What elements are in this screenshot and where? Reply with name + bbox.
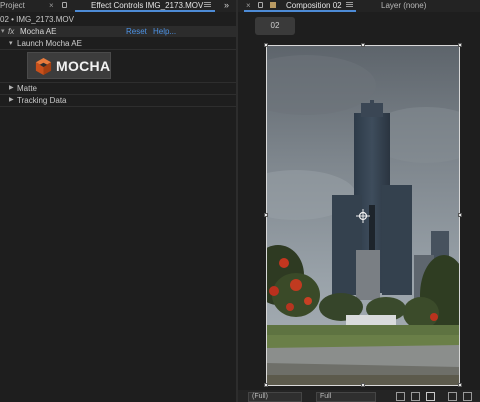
transform-handle[interactable] xyxy=(361,383,365,387)
row-separator xyxy=(0,106,236,107)
mask-visibility-icon[interactable] xyxy=(426,392,435,401)
transform-handle[interactable] xyxy=(361,43,365,47)
transform-handle[interactable] xyxy=(458,383,462,387)
transform-handle[interactable] xyxy=(264,383,268,387)
row-separator xyxy=(0,49,236,50)
transform-handle[interactable] xyxy=(264,213,268,217)
collapse-arrow-icon[interactable]: ▾ xyxy=(1,26,5,37)
reset-link[interactable]: Reset xyxy=(126,26,147,37)
breadcrumb: 02 • IMG_2173.MOV xyxy=(0,15,74,24)
overflow-chevron-icon[interactable]: » xyxy=(224,0,229,11)
fx-badge[interactable]: fx xyxy=(8,26,14,37)
transform-handle[interactable] xyxy=(458,213,462,217)
anchor-point-icon[interactable] xyxy=(356,209,370,223)
view-options-icon[interactable] xyxy=(463,392,472,401)
mocha-logo-text: MOCHA xyxy=(56,58,111,74)
composition-swatch-icon xyxy=(270,2,276,8)
expand-arrow-icon[interactable]: ▶ xyxy=(9,83,14,94)
lock-icon[interactable] xyxy=(258,2,263,8)
expand-arrow-icon[interactable]: ▾ xyxy=(9,38,13,49)
expand-arrow-icon[interactable]: ▶ xyxy=(9,95,14,106)
section-tracking-data[interactable]: Tracking Data xyxy=(17,95,67,106)
region-of-interest-icon[interactable] xyxy=(396,392,405,401)
panel-menu-icon[interactable] xyxy=(346,1,353,9)
transform-handle[interactable] xyxy=(458,43,462,47)
guides-icon[interactable] xyxy=(448,392,457,401)
composition-nav-label: 02 xyxy=(270,21,280,30)
tab-layer[interactable]: Layer (none) xyxy=(381,0,426,11)
launch-mocha-label: Launch Mocha AE xyxy=(17,39,82,48)
resolution-select[interactable]: (Full) xyxy=(248,392,302,402)
section-matte[interactable]: Matte xyxy=(17,83,37,94)
launch-mocha-button[interactable]: MOCHA xyxy=(27,52,111,79)
transparency-grid-icon[interactable] xyxy=(411,392,420,401)
tab-project[interactable]: Project xyxy=(0,0,25,11)
mocha-cube-icon xyxy=(35,57,52,76)
panel-menu-icon[interactable] xyxy=(204,1,211,9)
effect-name: Mocha AE xyxy=(20,27,57,36)
magnification-select[interactable]: Full xyxy=(316,392,376,402)
help-link[interactable]: Help... xyxy=(153,26,176,37)
composition-nav-button[interactable]: 02 xyxy=(255,17,295,35)
close-tab-icon[interactable]: × xyxy=(49,0,54,11)
lock-icon[interactable] xyxy=(62,2,67,8)
transform-handle[interactable] xyxy=(264,43,268,47)
